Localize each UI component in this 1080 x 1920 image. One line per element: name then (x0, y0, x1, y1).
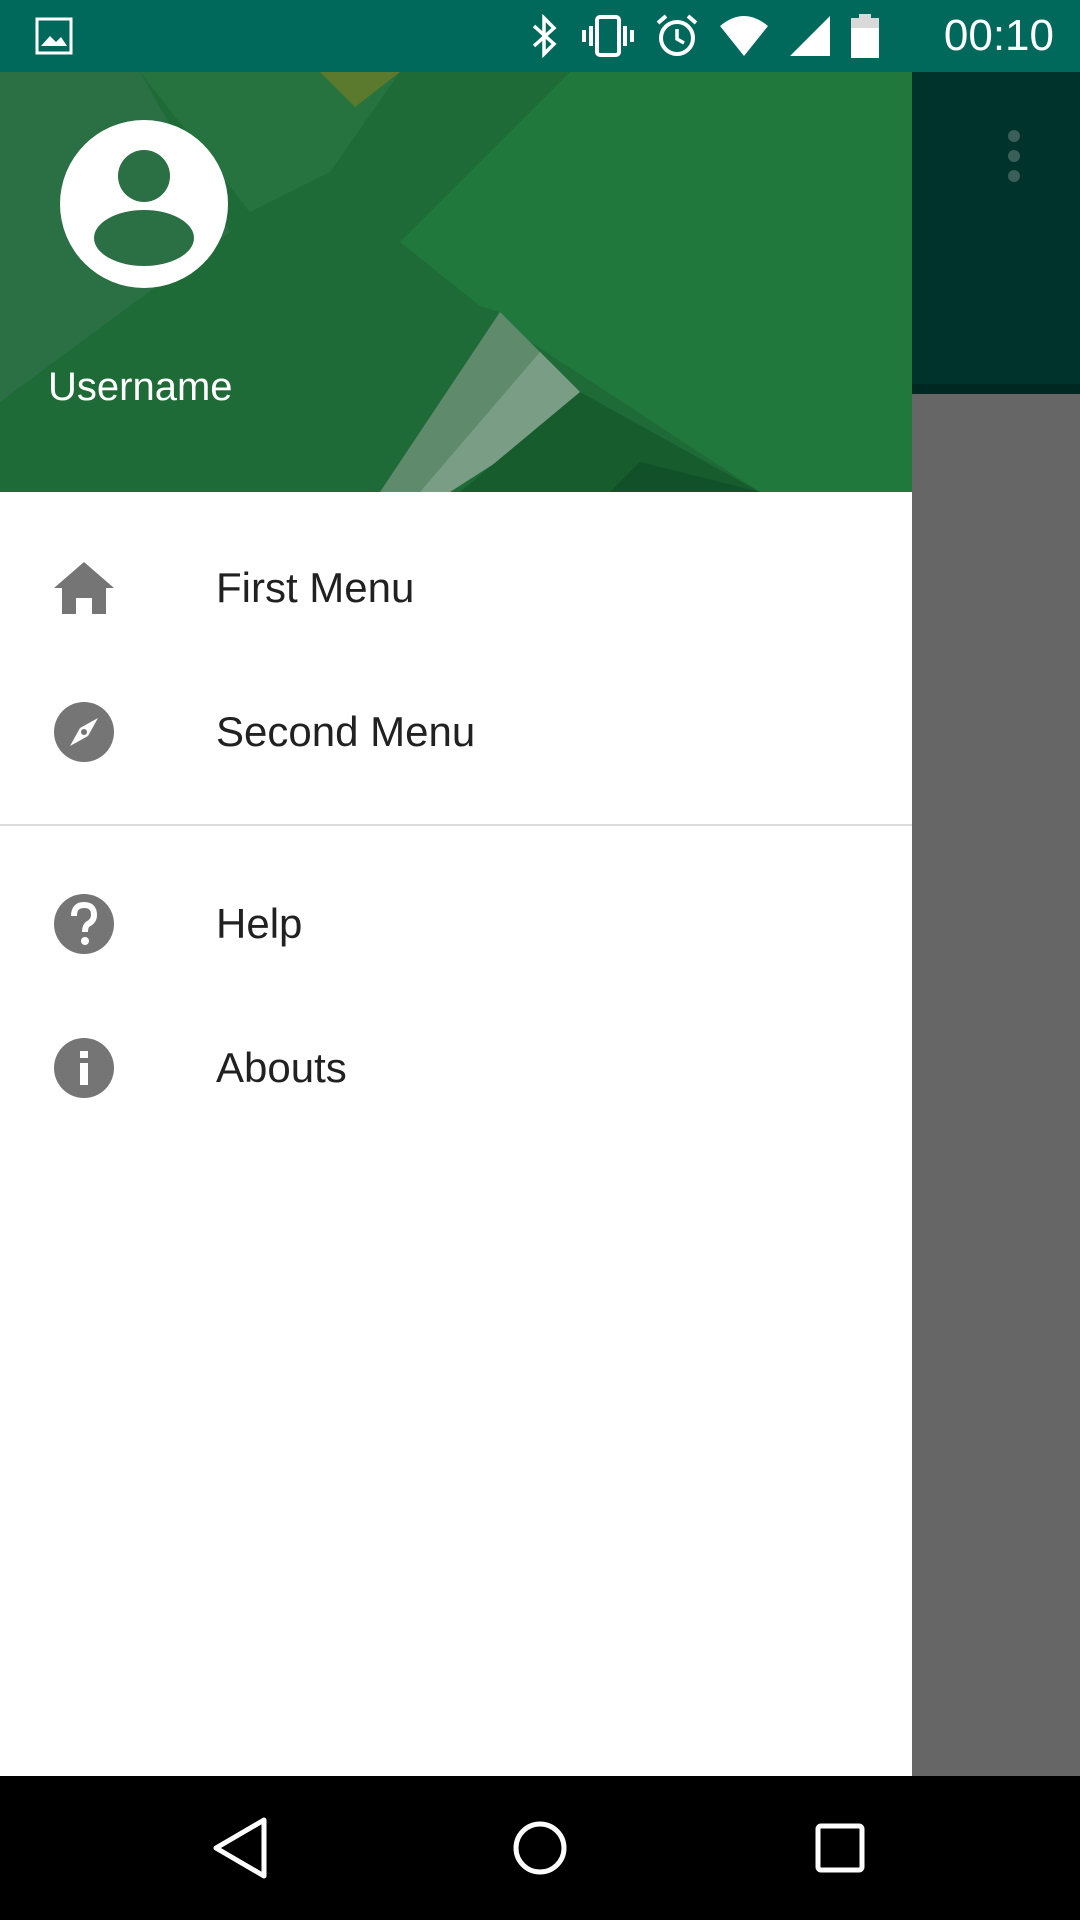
recents-icon[interactable] (804, 1812, 876, 1884)
home-circle-icon[interactable] (504, 1812, 576, 1884)
home-icon (54, 562, 114, 614)
drawer-header: Username (0, 72, 912, 492)
battery-icon (851, 14, 879, 58)
vibrate-icon (582, 15, 634, 57)
cell-signal-icon (790, 16, 830, 56)
wifi-icon (720, 16, 768, 56)
menu-item-abouts[interactable]: Abouts (0, 996, 912, 1140)
status-bar: 00:10 (0, 0, 1080, 72)
avatar[interactable] (60, 120, 228, 288)
compass-icon (54, 702, 114, 762)
back-icon[interactable] (204, 1812, 276, 1884)
menu-divider (0, 824, 912, 826)
menu-item-label: Abouts (216, 1044, 347, 1091)
status-icons (528, 12, 880, 60)
info-icon (54, 1038, 114, 1098)
menu-item-label: Second Menu (216, 708, 476, 755)
toolbar-shadow (912, 384, 1080, 394)
app-toolbar (912, 72, 1080, 390)
alarm-icon (656, 14, 698, 56)
menu-item-help[interactable]: Help (0, 852, 912, 996)
menu-item-label: First Menu (216, 564, 415, 611)
help-icon (54, 894, 114, 954)
image-notification-icon (35, 17, 73, 55)
account-icon (94, 150, 194, 266)
navigation-drawer: Username First Menu Second Menu Help Abo… (0, 72, 912, 1776)
menu-item-second[interactable]: Second Menu (0, 660, 912, 804)
menu-item-first[interactable]: First Menu (0, 516, 912, 660)
status-clock: 00:10 (943, 11, 1054, 60)
navigation-bar (0, 1776, 1080, 1920)
overflow-menu-icon[interactable] (1000, 128, 1028, 184)
bluetooth-icon (532, 14, 557, 58)
menu-item-label: Help (216, 900, 303, 947)
app-content-scrim[interactable] (912, 394, 1080, 1776)
username-label: Username (48, 365, 233, 409)
